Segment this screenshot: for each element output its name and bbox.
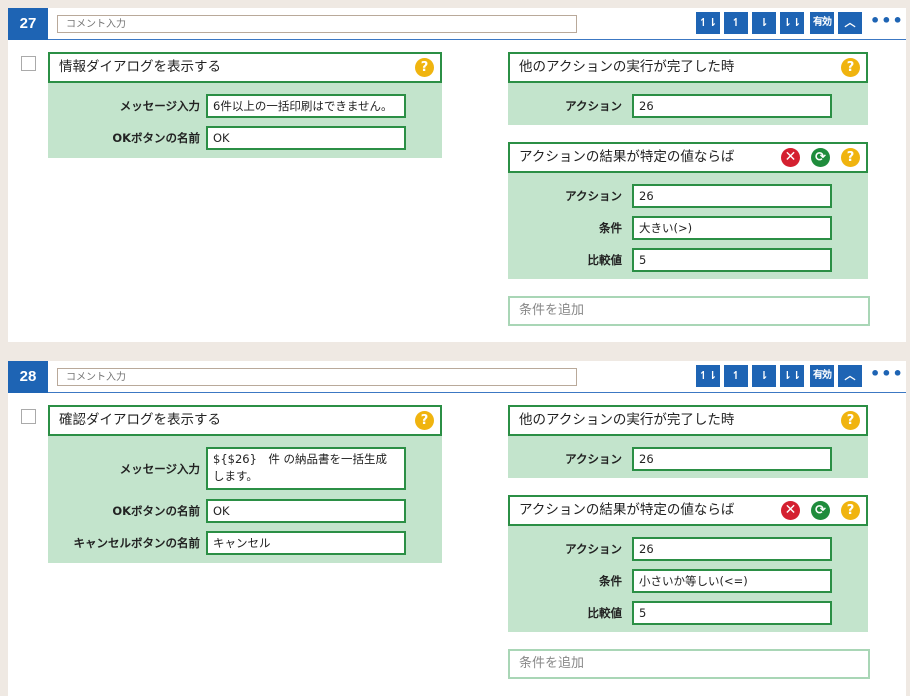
move-bottom-button[interactable]: ⇂⇂ [780,365,804,387]
field-row: メッセージ入力 6件以上の一括印刷はできません。 [48,94,442,118]
condition-title-bar: アクションの結果が特定の値ならば ✕ ⟳ ? [508,142,868,173]
message-input[interactable]: ${$26} 件 の納品書を一括生成します。 [206,447,406,490]
add-condition-button[interactable]: 条件を追加 [508,649,870,679]
add-condition-button[interactable]: 条件を追加 [508,296,870,326]
move-up-button[interactable]: ↿ [724,365,748,387]
field-row: OKボタンの名前 OK [48,499,442,523]
field-row: メッセージ入力 ${$26} 件 の納品書を一括生成します。 [48,447,442,490]
field-row: 比較値 5 [508,248,868,272]
field-label: キャンセルボタンの名前 [73,536,201,550]
help-icon[interactable]: ? [415,411,434,430]
delete-icon[interactable]: ✕ [781,501,800,520]
field-label: 比較値 [587,253,623,267]
help-icon[interactable]: ? [841,411,860,430]
action-block: 確認ダイアログを表示する ? メッセージ入力 ${$26} 件 の納品書を一括生… [48,405,442,563]
field-label: メッセージ入力 [119,462,200,476]
field-label: アクション [565,189,622,203]
help-icon[interactable]: ? [841,501,860,520]
condition-operator-select[interactable]: 大きい(>) [632,216,832,240]
step-header: 27 ↿⇂ ↿ ⇂ ⇂⇂ 有効 ︿ ••• [8,8,906,40]
step-number: 28 [8,361,48,393]
refresh-icon[interactable]: ⟳ [811,501,830,520]
move-up-button[interactable]: ↿ [724,12,748,34]
trigger-action-input[interactable]: 26 [632,94,832,118]
action-title-bar: 情報ダイアログを表示する ? [48,52,442,83]
compare-value-input[interactable]: 5 [632,248,832,272]
field-row: アクション 26 [508,447,868,471]
step-checkbox[interactable] [21,409,36,424]
field-row: アクション 26 [508,94,868,118]
collapse-button[interactable]: ︿ [838,365,862,387]
field-row: アクション 26 [508,537,868,561]
field-label: メッセージ入力 [119,99,200,113]
compare-value-input[interactable]: 5 [632,601,832,625]
condition-title-bar: アクションの結果が特定の値ならば ✕ ⟳ ? [508,495,868,526]
refresh-icon[interactable]: ⟳ [811,148,830,167]
field-row: アクション 26 [508,184,868,208]
trigger-action-input[interactable]: 26 [632,447,832,471]
comment-input[interactable] [57,368,577,386]
field-label: OKボタンの名前 [112,131,200,145]
collapse-button[interactable]: ︿ [838,12,862,34]
field-row: キャンセルボタンの名前 キャンセル [48,531,442,555]
move-top-button[interactable]: ↿⇂ [696,365,720,387]
field-label: アクション [565,452,622,466]
comment-input[interactable] [57,15,577,33]
action-title: 確認ダイアログを表示する [59,412,221,428]
message-input[interactable]: 6件以上の一括印刷はできません。 [206,94,406,118]
field-label: OKボタンの名前 [112,504,200,518]
field-label: 条件 [599,221,622,235]
action-title: 情報ダイアログを表示する [59,59,221,75]
trigger-title-bar: 他のアクションの実行が完了した時 ? [508,405,868,436]
trigger-title: 他のアクションの実行が完了した時 [519,59,735,75]
cancel-button-name-input[interactable]: キャンセル [206,531,406,555]
field-label: アクション [565,542,622,556]
condition-action-input[interactable]: 26 [632,537,832,561]
step-panel: 28 ↿⇂ ↿ ⇂ ⇂⇂ 有効 ︿ ••• 確認ダイアログを表示する ? メッセ… [8,361,906,696]
more-menu-icon[interactable]: ••• [870,365,903,387]
field-row: OKボタンの名前 OK [48,126,442,150]
action-block: 情報ダイアログを表示する ? メッセージ入力 6件以上の一括印刷はできません。 … [48,52,442,158]
help-icon[interactable]: ? [841,148,860,167]
condition-block: アクションの結果が特定の値ならば ✕ ⟳ ? アクション 26 条件 小さいか等… [508,495,868,632]
field-label: 比較値 [587,606,623,620]
condition-title: アクションの結果が特定の値ならば [519,149,735,165]
condition-action-input[interactable]: 26 [632,184,832,208]
help-icon[interactable]: ? [841,58,860,77]
step-header: 28 ↿⇂ ↿ ⇂ ⇂⇂ 有効 ︿ ••• [8,361,906,393]
enabled-toggle-button[interactable]: 有効 [810,12,834,34]
trigger-block: 他のアクションの実行が完了した時 ? アクション 26 [508,52,868,125]
action-title-bar: 確認ダイアログを表示する ? [48,405,442,436]
ok-button-name-input[interactable]: OK [206,499,406,523]
step-number: 27 [8,8,48,40]
field-label: アクション [565,99,622,113]
step-panel: 27 ↿⇂ ↿ ⇂ ⇂⇂ 有効 ︿ ••• 情報ダイアログを表示する ? メッセ… [8,8,906,342]
trigger-title: 他のアクションの実行が完了した時 [519,412,735,428]
trigger-block: 他のアクションの実行が完了した時 ? アクション 26 [508,405,868,478]
condition-title: アクションの結果が特定の値ならば [519,502,735,518]
ok-button-name-input[interactable]: OK [206,126,406,150]
field-row: 条件 大きい(>) [508,216,868,240]
move-top-button[interactable]: ↿⇂ [696,12,720,34]
delete-icon[interactable]: ✕ [781,148,800,167]
move-bottom-button[interactable]: ⇂⇂ [780,12,804,34]
move-down-button[interactable]: ⇂ [752,12,776,34]
condition-operator-select[interactable]: 小さいか等しい(<=) [632,569,832,593]
field-label: 条件 [599,574,622,588]
help-icon[interactable]: ? [415,58,434,77]
field-row: 比較値 5 [508,601,868,625]
condition-block: アクションの結果が特定の値ならば ✕ ⟳ ? アクション 26 条件 大きい(>… [508,142,868,279]
more-menu-icon[interactable]: ••• [870,12,903,34]
enabled-toggle-button[interactable]: 有効 [810,365,834,387]
step-checkbox[interactable] [21,56,36,71]
move-down-button[interactable]: ⇂ [752,365,776,387]
field-row: 条件 小さいか等しい(<=) [508,569,868,593]
trigger-title-bar: 他のアクションの実行が完了した時 ? [508,52,868,83]
